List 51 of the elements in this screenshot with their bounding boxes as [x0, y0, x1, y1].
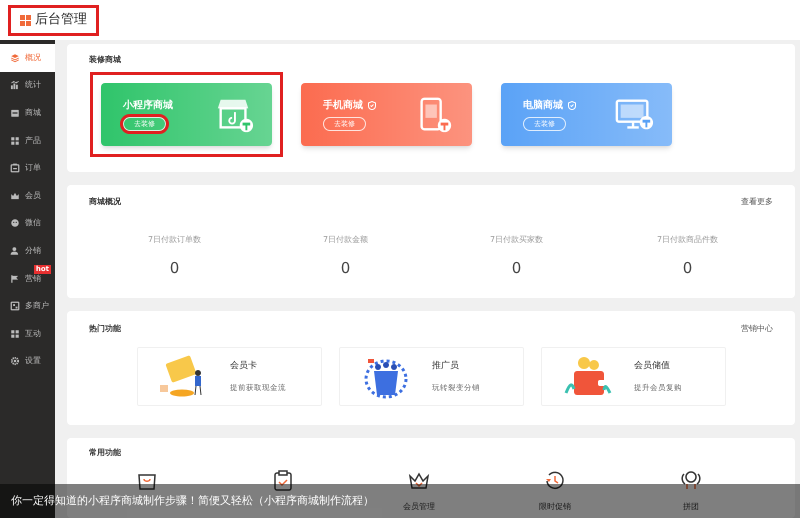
chat-icon — [10, 218, 20, 228]
section-title: 常用功能 — [89, 447, 121, 459]
sidebar-item[interactable]: 产品 — [0, 126, 55, 154]
sidebar-item[interactable]: 微信 — [0, 210, 55, 238]
sidebar-item[interactable]: 互动 — [0, 320, 55, 348]
section-title: 装修商城 — [89, 54, 121, 66]
app-title: 后台管理 — [35, 11, 87, 30]
sidebar-item[interactable]: 设置 — [0, 348, 55, 376]
clipboard-icon — [272, 469, 294, 491]
feature-label[interactable]: 限时促销 — [539, 501, 571, 513]
stat-value: 0 — [170, 258, 180, 279]
feature-label[interactable]: 会员管理 — [403, 501, 435, 513]
stat-label: 7日付款买家数 — [490, 234, 544, 246]
sidebar-item[interactable]: 分销 — [0, 237, 55, 265]
sidebar-item[interactable]: 商城 — [0, 99, 55, 127]
chart-icon — [10, 80, 20, 90]
section-title: 商城概况 — [89, 196, 121, 208]
user-icon — [10, 246, 20, 256]
feature-label[interactable]: 拼团 — [683, 501, 699, 513]
caption-text: 你一定得知道的小程序商城制作步骤！简便又轻松（小程序商城制作流程） — [11, 492, 374, 509]
feature-name: 会员储值 — [634, 360, 671, 374]
section-title: 热门功能 — [89, 323, 121, 335]
settings-icon — [10, 356, 20, 366]
more-link[interactable]: 营销中心 — [741, 323, 773, 335]
stat-value: 0 — [512, 258, 522, 279]
sidebar-item[interactable]: 会员 — [0, 182, 55, 210]
stat-label: 7日付款商品件数 — [656, 234, 718, 246]
stat-label: 7日付款金额 — [322, 234, 368, 246]
more-link[interactable]: 查看更多 — [741, 196, 773, 208]
shop-icon — [10, 301, 20, 312]
shop-name: 电脑商城 — [523, 98, 563, 113]
stat-label: 7日付款订单数 — [148, 234, 202, 246]
flag-icon — [10, 274, 20, 284]
sidebar-item[interactable]: 统计 — [0, 72, 55, 100]
clock-icon — [544, 469, 566, 491]
stat-value: 0 — [682, 258, 692, 279]
stat-value: 0 — [340, 258, 350, 279]
grid-icon — [10, 136, 20, 146]
sidebar-item[interactable]: 多商户 — [0, 292, 55, 320]
crown-icon — [10, 190, 20, 201]
store-icon — [10, 108, 20, 118]
layers-icon — [10, 52, 20, 63]
group-icon — [680, 469, 702, 491]
shop-name: 手机商城 — [323, 98, 363, 113]
feature-name: 会员卡 — [230, 360, 258, 374]
clipboard-icon — [10, 163, 20, 174]
logo-icon — [20, 14, 31, 26]
feature-name: 推广员 — [432, 360, 460, 374]
grid-icon — [10, 328, 20, 339]
shop-name: 小程序商城 — [123, 98, 173, 113]
sidebar-item[interactable]: 订单 — [0, 154, 55, 182]
